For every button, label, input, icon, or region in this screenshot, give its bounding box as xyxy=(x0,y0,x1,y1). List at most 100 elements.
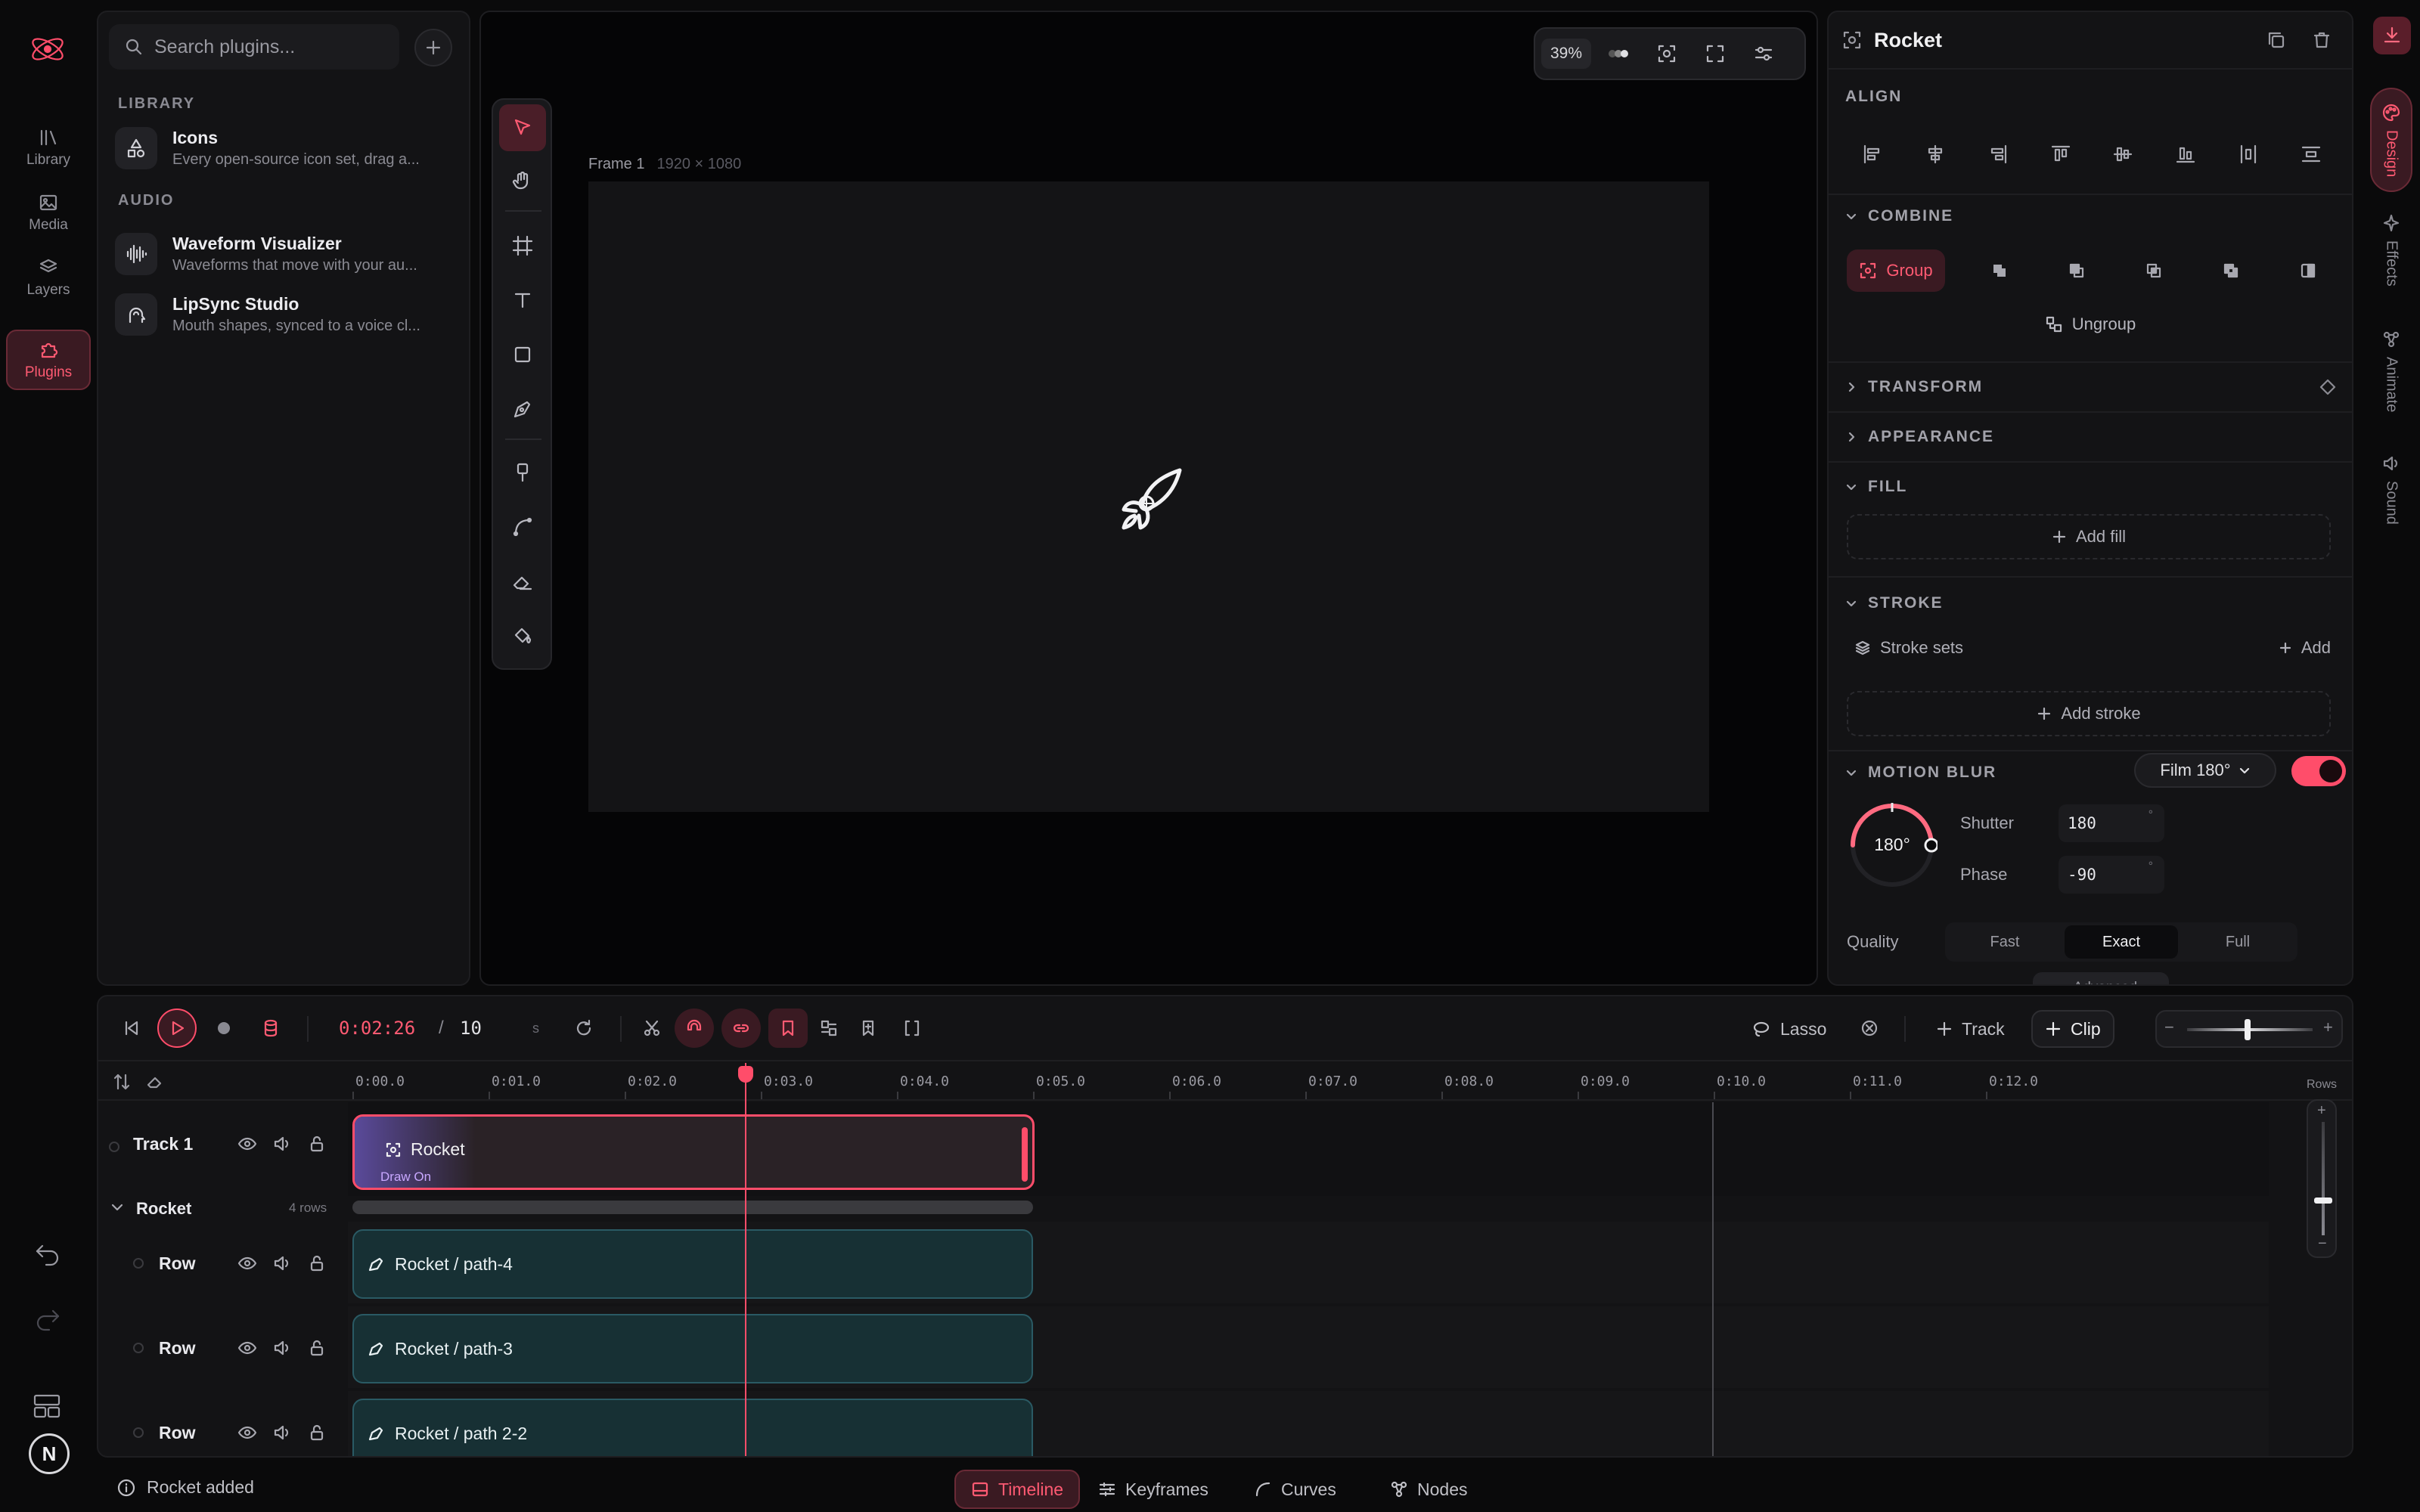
rail-item-media[interactable]: Media xyxy=(6,183,91,243)
add-fill-button[interactable]: Add fill xyxy=(1847,514,2331,559)
range-button[interactable] xyxy=(892,1009,932,1048)
duplicate-button[interactable] xyxy=(2260,23,2293,57)
bookmark-button[interactable] xyxy=(768,1009,808,1048)
cache-button[interactable] xyxy=(251,1009,290,1048)
tab-curves[interactable]: Curves xyxy=(1239,1470,1351,1509)
phase-field[interactable]: -90 ° xyxy=(2059,856,2164,894)
zoom-in-icon[interactable]: + xyxy=(2323,1018,2333,1037)
tab-sound[interactable]: Sound xyxy=(2370,454,2412,525)
align-top-button[interactable] xyxy=(2038,133,2083,175)
align-center-h-button[interactable] xyxy=(1913,133,1958,175)
text-tool[interactable] xyxy=(499,277,546,324)
group-span-bar[interactable] xyxy=(352,1201,1033,1214)
shutter-dial[interactable]: 180° xyxy=(1847,800,1938,891)
hand-tool[interactable] xyxy=(499,157,546,204)
fill-section-label[interactable]: FILL xyxy=(1845,478,1907,496)
lock-open-icon[interactable] xyxy=(307,1253,327,1273)
delete-button[interactable] xyxy=(2305,23,2338,57)
clip-path-2-2[interactable]: Rocket / path 2-2 xyxy=(352,1399,1033,1456)
avatar[interactable]: N xyxy=(29,1433,70,1474)
align-middle-button[interactable] xyxy=(2100,133,2145,175)
transform-section-label[interactable]: TRANSFORM xyxy=(1845,378,1983,396)
plugin-search[interactable]: Search plugins... xyxy=(109,24,399,70)
eye-icon[interactable] xyxy=(237,1338,257,1358)
eraser-icon[interactable] xyxy=(145,1072,165,1092)
distribute-v-button[interactable] xyxy=(2288,133,2334,175)
duration-field[interactable]: 10 xyxy=(460,1018,482,1039)
group-button[interactable]: Group xyxy=(1847,249,1945,292)
clip-rocket[interactable]: Rocket Draw On xyxy=(352,1114,1035,1190)
rail-item-layers[interactable]: Layers xyxy=(6,248,91,308)
exclude-button[interactable] xyxy=(2208,249,2254,292)
add-plugin-button[interactable] xyxy=(414,29,452,67)
speaker-icon[interactable] xyxy=(272,1134,292,1154)
current-time[interactable]: 0:02:26 xyxy=(339,1018,415,1039)
row-height-slider[interactable]: + − xyxy=(2307,1099,2337,1258)
sort-icon[interactable] xyxy=(112,1072,132,1092)
clip-path-3[interactable]: Rocket / path-3 xyxy=(352,1314,1033,1383)
align-bottom-button[interactable] xyxy=(2163,133,2208,175)
tab-keyframes[interactable]: Keyframes xyxy=(1083,1470,1224,1509)
quality-full[interactable]: Full xyxy=(2181,925,2294,959)
zoom-out-icon[interactable]: − xyxy=(2164,1018,2174,1037)
distribute-h-button[interactable] xyxy=(2226,133,2271,175)
brush-tool[interactable] xyxy=(499,449,546,496)
zoom-thumb[interactable] xyxy=(2245,1019,2251,1040)
export-button[interactable] xyxy=(2373,17,2411,54)
onion-skin-button[interactable] xyxy=(1597,34,1640,73)
tab-nodes[interactable]: Nodes xyxy=(1375,1470,1482,1509)
ungroup-button[interactable]: Ungroup xyxy=(1829,314,2352,334)
select-tool[interactable] xyxy=(499,104,546,151)
undo-icon[interactable] xyxy=(33,1240,62,1269)
play-button[interactable] xyxy=(157,1009,197,1048)
cut-button[interactable] xyxy=(632,1009,672,1048)
tab-effects[interactable]: Effects xyxy=(2370,213,2412,287)
skip-start-button[interactable] xyxy=(112,1009,151,1048)
minus-icon[interactable]: − xyxy=(2318,1235,2327,1253)
link-button[interactable] xyxy=(721,1009,761,1048)
fill-tool[interactable] xyxy=(499,612,546,659)
rail-item-plugins[interactable]: Plugins xyxy=(6,330,91,390)
align-left-button[interactable] xyxy=(1850,133,1895,175)
eye-icon[interactable] xyxy=(237,1134,257,1154)
redo-icon[interactable] xyxy=(33,1305,62,1334)
lock-open-icon[interactable] xyxy=(307,1134,327,1154)
lock-open-icon[interactable] xyxy=(307,1338,327,1358)
motion-blur-toggle[interactable] xyxy=(2291,756,2346,786)
flatten-button[interactable] xyxy=(2285,249,2331,292)
speaker-icon[interactable] xyxy=(272,1423,292,1442)
plus-icon[interactable]: + xyxy=(2317,1102,2326,1120)
eye-icon[interactable] xyxy=(237,1253,257,1273)
keyframe-diamond-icon[interactable] xyxy=(2319,378,2337,396)
speaker-icon[interactable] xyxy=(272,1338,292,1358)
tab-animate[interactable]: Animate xyxy=(2370,330,2412,412)
advanced-button[interactable]: › Advanced xyxy=(2033,972,2169,984)
tab-timeline[interactable]: Timeline xyxy=(954,1470,1081,1509)
fullscreen-button[interactable] xyxy=(1694,34,1736,73)
playhead[interactable] xyxy=(745,1063,746,1456)
shutter-field[interactable]: 180 ° xyxy=(2059,804,2164,842)
pen-tool[interactable] xyxy=(499,386,546,432)
frame-label[interactable]: Frame 1 1920 × 1080 xyxy=(588,156,741,173)
union-button[interactable] xyxy=(1977,249,2022,292)
view-settings-button[interactable] xyxy=(1742,34,1785,73)
lock-open-icon[interactable] xyxy=(307,1423,327,1442)
loop-button[interactable] xyxy=(564,1009,603,1048)
timeline-zoom-slider[interactable]: − + xyxy=(2155,1010,2343,1048)
playhead-handle[interactable] xyxy=(738,1066,753,1083)
eye-icon[interactable] xyxy=(237,1423,257,1442)
speaker-icon[interactable] xyxy=(272,1253,292,1273)
film-mode-dropdown[interactable]: Film 180° xyxy=(2134,753,2276,788)
appearance-section-label[interactable]: APPEARANCE xyxy=(1845,428,1994,446)
frame-tool[interactable] xyxy=(499,222,546,269)
path-tool[interactable] xyxy=(499,503,546,550)
motion-blur-section-label[interactable]: MOTION BLUR xyxy=(1845,764,1996,782)
align-right-button[interactable] xyxy=(1975,133,2021,175)
time-ruler[interactable]: 0:00.0 0:01.0 0:02.0 0:03.0 0:04.0 0:05.0 0:06… xyxy=(98,1063,2352,1101)
row-height-thumb[interactable] xyxy=(2314,1198,2332,1204)
intersect-button[interactable] xyxy=(2131,249,2176,292)
clear-selection-button[interactable] xyxy=(1850,1009,1889,1048)
clip-path-4[interactable]: Rocket / path-4 xyxy=(352,1229,1033,1299)
record-button[interactable] xyxy=(204,1009,244,1048)
combine-section-label[interactable]: COMBINE xyxy=(1845,207,1953,225)
